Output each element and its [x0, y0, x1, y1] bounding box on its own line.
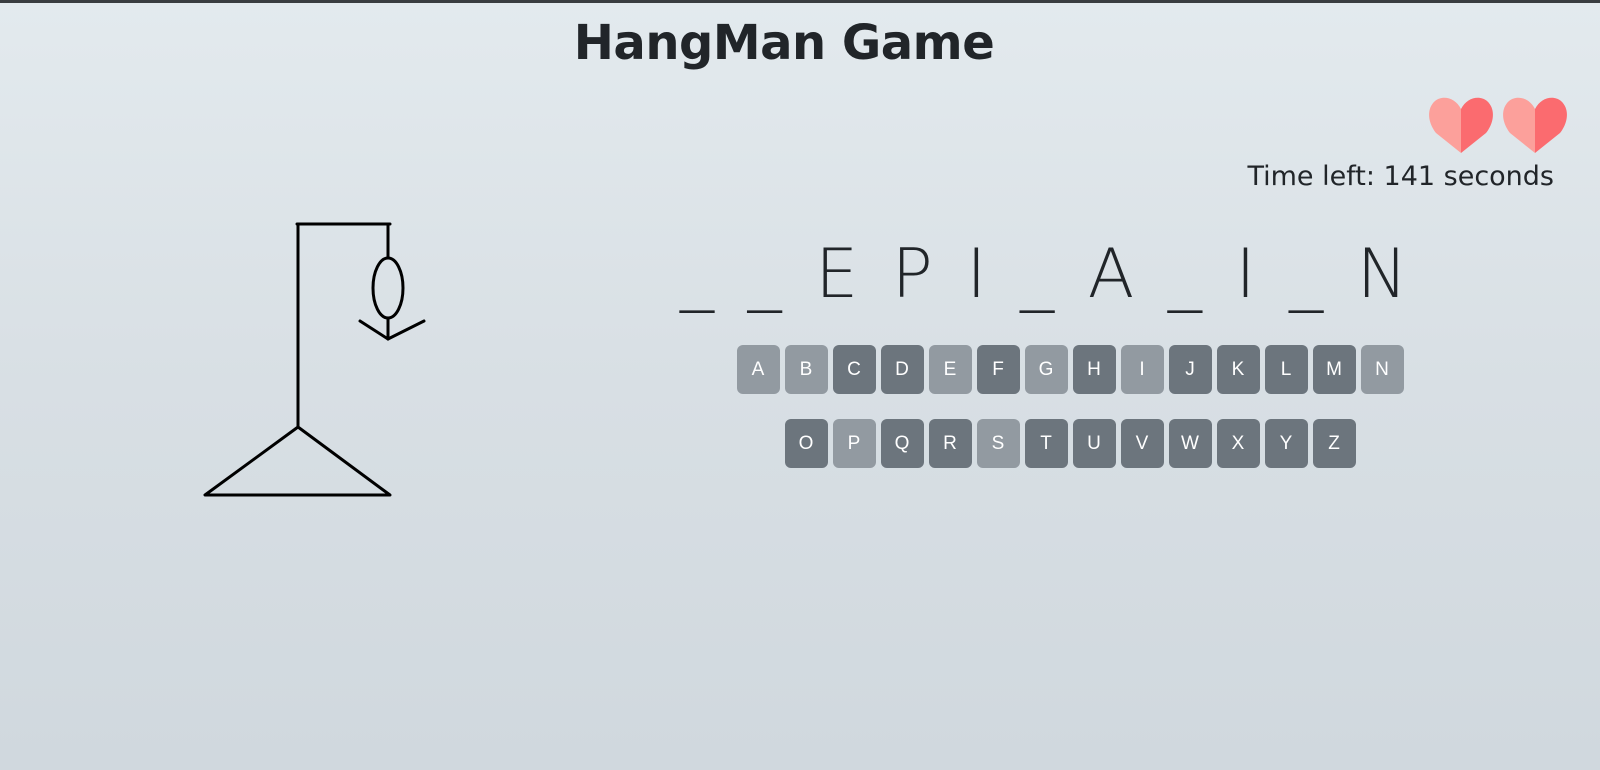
timer-text: Time left: 141 seconds: [1247, 161, 1554, 192]
letter-keyboard: ABCDEFGHIJKLMN OPQRSTUVWXYZ: [560, 345, 1580, 493]
letter-key-u[interactable]: U: [1072, 419, 1116, 468]
letter-key-c[interactable]: C: [832, 345, 876, 394]
letter-key-s[interactable]: S: [976, 419, 1020, 468]
letter-key-v[interactable]: V: [1120, 419, 1164, 468]
page-title: HangMan Game: [573, 15, 995, 71]
hangman-right-arm: [386, 319, 426, 341]
letter-key-d[interactable]: D: [880, 345, 924, 394]
letter-key-e[interactable]: E: [928, 345, 972, 394]
letter-key-l[interactable]: L: [1264, 345, 1308, 394]
letter-key-m[interactable]: M: [1312, 345, 1356, 394]
keyboard-row: ABCDEFGHIJKLMN: [560, 345, 1580, 394]
letter-key-n[interactable]: N: [1360, 345, 1404, 394]
heart-icon: [1429, 97, 1493, 153]
letter-key-k[interactable]: K: [1216, 345, 1260, 394]
letter-key-t[interactable]: T: [1024, 419, 1068, 468]
keyboard-row: OPQRSTUVWXYZ: [560, 419, 1580, 468]
letter-key-r[interactable]: R: [928, 419, 972, 468]
letter-key-w[interactable]: W: [1168, 419, 1212, 468]
hangman-left-arm: [358, 319, 390, 341]
letter-key-f[interactable]: F: [976, 345, 1020, 394]
heart-icon: [1503, 97, 1567, 153]
letter-key-z[interactable]: Z: [1312, 419, 1356, 468]
letter-key-x[interactable]: X: [1216, 419, 1260, 468]
letter-key-y[interactable]: Y: [1264, 419, 1308, 468]
word-display: _ _ E P I _ A _ I _ N: [680, 235, 1414, 314]
letter-key-b[interactable]: B: [784, 345, 828, 394]
letter-key-o[interactable]: O: [784, 419, 828, 468]
letter-key-h[interactable]: H: [1072, 345, 1116, 394]
hangman-head: [371, 256, 405, 320]
letter-key-g[interactable]: G: [1024, 345, 1068, 394]
hangman-drawing: [203, 222, 426, 497]
letter-key-j[interactable]: J: [1168, 345, 1212, 394]
letter-key-i[interactable]: I: [1120, 345, 1164, 394]
letter-key-q[interactable]: Q: [880, 419, 924, 468]
gallows-base: [203, 425, 392, 497]
letter-key-a[interactable]: A: [736, 345, 780, 394]
letter-key-p[interactable]: P: [832, 419, 876, 468]
lives-display: [1428, 95, 1568, 153]
